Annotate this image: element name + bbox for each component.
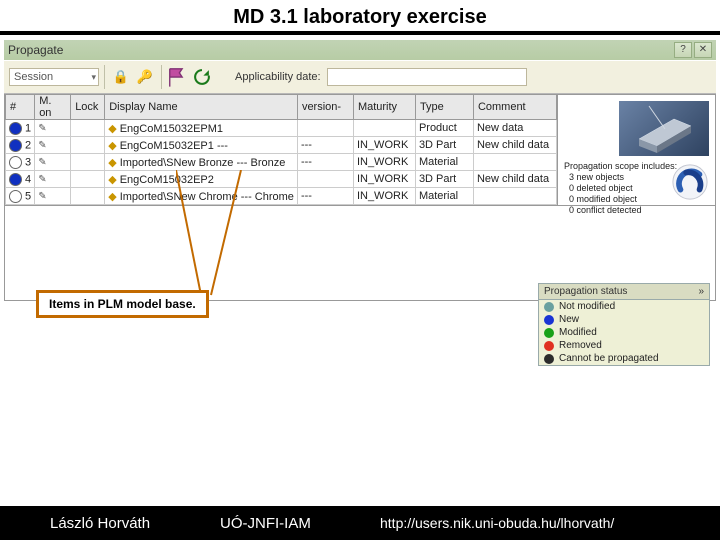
session-label: Session: [14, 71, 53, 83]
table-header-row: # M. on Lock Display Name version- Matur…: [6, 95, 557, 120]
status-label: Not modified: [559, 301, 615, 312]
propagation-status-box: Propagation status » Not modified New Modi…: [538, 283, 710, 366]
app-logo: [671, 163, 709, 201]
table-area: # M. on Lock Display Name version- Matur…: [4, 94, 716, 206]
state-icon: [9, 139, 22, 152]
table-row[interactable]: 2✎◆ EngCoM15032EP1 ------IN_WORK3D PartN…: [6, 137, 557, 154]
pencil-icon: ✎: [38, 191, 46, 202]
cube-icon: ◆: [108, 191, 116, 203]
table-row[interactable]: 4✎◆ EngCoM15032EP2IN_WORK3D PartNew chil…: [6, 171, 557, 188]
toolbar-separator: [104, 65, 105, 89]
col-maturity[interactable]: Maturity: [353, 95, 415, 120]
key-icon[interactable]: 🔑: [134, 66, 156, 88]
scope-l2: 0 deleted object: [569, 183, 633, 193]
window-title: Propagate: [8, 43, 63, 57]
cube-icon: ◆: [108, 140, 116, 152]
divider-top: [0, 31, 720, 35]
table-row[interactable]: 3✎◆ Imported\SNew Bronze --- Bronze---IN…: [6, 154, 557, 171]
scope-head: Propagation scope includes:: [564, 161, 677, 172]
pencil-icon: ✎: [38, 123, 46, 134]
footer: László Horváth UÓ-JNFI-IAM http://users.…: [0, 506, 720, 540]
state-icon: [9, 190, 22, 203]
lock-icon[interactable]: 🔒: [110, 66, 132, 88]
status-dot: [544, 341, 554, 351]
status-label: Cannot be propagated: [559, 353, 659, 364]
status-item: Cannot be propagated: [539, 352, 709, 365]
cube-icon: ◆: [108, 157, 116, 169]
status-dot: [544, 354, 554, 364]
session-combo[interactable]: Session: [9, 68, 99, 86]
help-button[interactable]: ?: [674, 42, 692, 58]
table-row[interactable]: 1✎◆ EngCoM15032EPM1ProductNew data: [6, 120, 557, 137]
pencil-icon: ✎: [38, 140, 46, 151]
toolbar-separator: [161, 65, 162, 89]
status-item: Removed: [539, 339, 709, 352]
flag-icon[interactable]: [167, 66, 189, 88]
items-table: # M. on Lock Display Name version- Matur…: [5, 95, 557, 205]
expand-icon[interactable]: »: [698, 286, 704, 297]
state-icon: [9, 156, 22, 169]
col-num[interactable]: #: [6, 95, 35, 120]
state-icon: [9, 122, 22, 135]
status-item: Modified: [539, 326, 709, 339]
status-label: Modified: [559, 327, 597, 338]
page-title: MD 3.1 laboratory exercise: [0, 0, 720, 31]
pencil-icon: ✎: [38, 174, 46, 185]
col-lock[interactable]: Lock: [71, 95, 105, 120]
status-dot: [544, 315, 554, 325]
status-dot: [544, 328, 554, 338]
status-item: Not modified: [539, 300, 709, 313]
scope-l1: 3 new objects: [569, 172, 624, 182]
cube-icon: ◆: [108, 123, 116, 135]
status-dot: [544, 302, 554, 312]
status-header[interactable]: Propagation status »: [539, 284, 709, 300]
scope-text: Propagation scope includes: 3 new object…: [564, 161, 677, 216]
footer-url: http://users.nik.uni-obuda.hu/lhorvath/: [380, 515, 614, 531]
refresh-icon[interactable]: [191, 66, 213, 88]
col-comment[interactable]: Comment: [473, 95, 556, 120]
col-action[interactable]: M. on: [35, 95, 71, 120]
pencil-icon: ✎: [38, 157, 46, 168]
annotation-box: Items in PLM model base.: [36, 290, 209, 318]
applicability-label: Applicability date:: [235, 71, 321, 83]
scope-l3: 0 modified object: [569, 194, 637, 204]
window-titlebar[interactable]: Propagate ? ✕: [4, 40, 716, 60]
annotation-label: Items in PLM model base.: [49, 297, 196, 311]
scope-l4: 0 conflict detected: [569, 205, 642, 215]
preview-3d: [619, 101, 709, 156]
status-label: New: [559, 314, 579, 325]
col-version[interactable]: version-: [297, 95, 353, 120]
propagate-window: Propagate ? ✕ Session 🔒 🔑 Applicability …: [4, 40, 716, 301]
cube-icon: ◆: [108, 174, 116, 186]
footer-author: László Horváth: [50, 515, 220, 532]
right-panel: Propagation scope includes: 3 new object…: [557, 95, 715, 205]
applicability-field[interactable]: [327, 68, 527, 86]
close-button[interactable]: ✕: [694, 42, 712, 58]
col-type[interactable]: Type: [415, 95, 473, 120]
status-label: Removed: [559, 340, 602, 351]
footer-org: UÓ-JNFI-IAM: [220, 515, 380, 532]
status-item: New: [539, 313, 709, 326]
state-icon: [9, 173, 22, 186]
table-row[interactable]: 5✎◆ Imported\SNew Chrome --- Chrome---IN…: [6, 188, 557, 205]
status-title: Propagation status: [544, 286, 627, 297]
toolbar: Session 🔒 🔑 Applicability date:: [4, 60, 716, 94]
col-display-name[interactable]: Display Name: [105, 95, 298, 120]
